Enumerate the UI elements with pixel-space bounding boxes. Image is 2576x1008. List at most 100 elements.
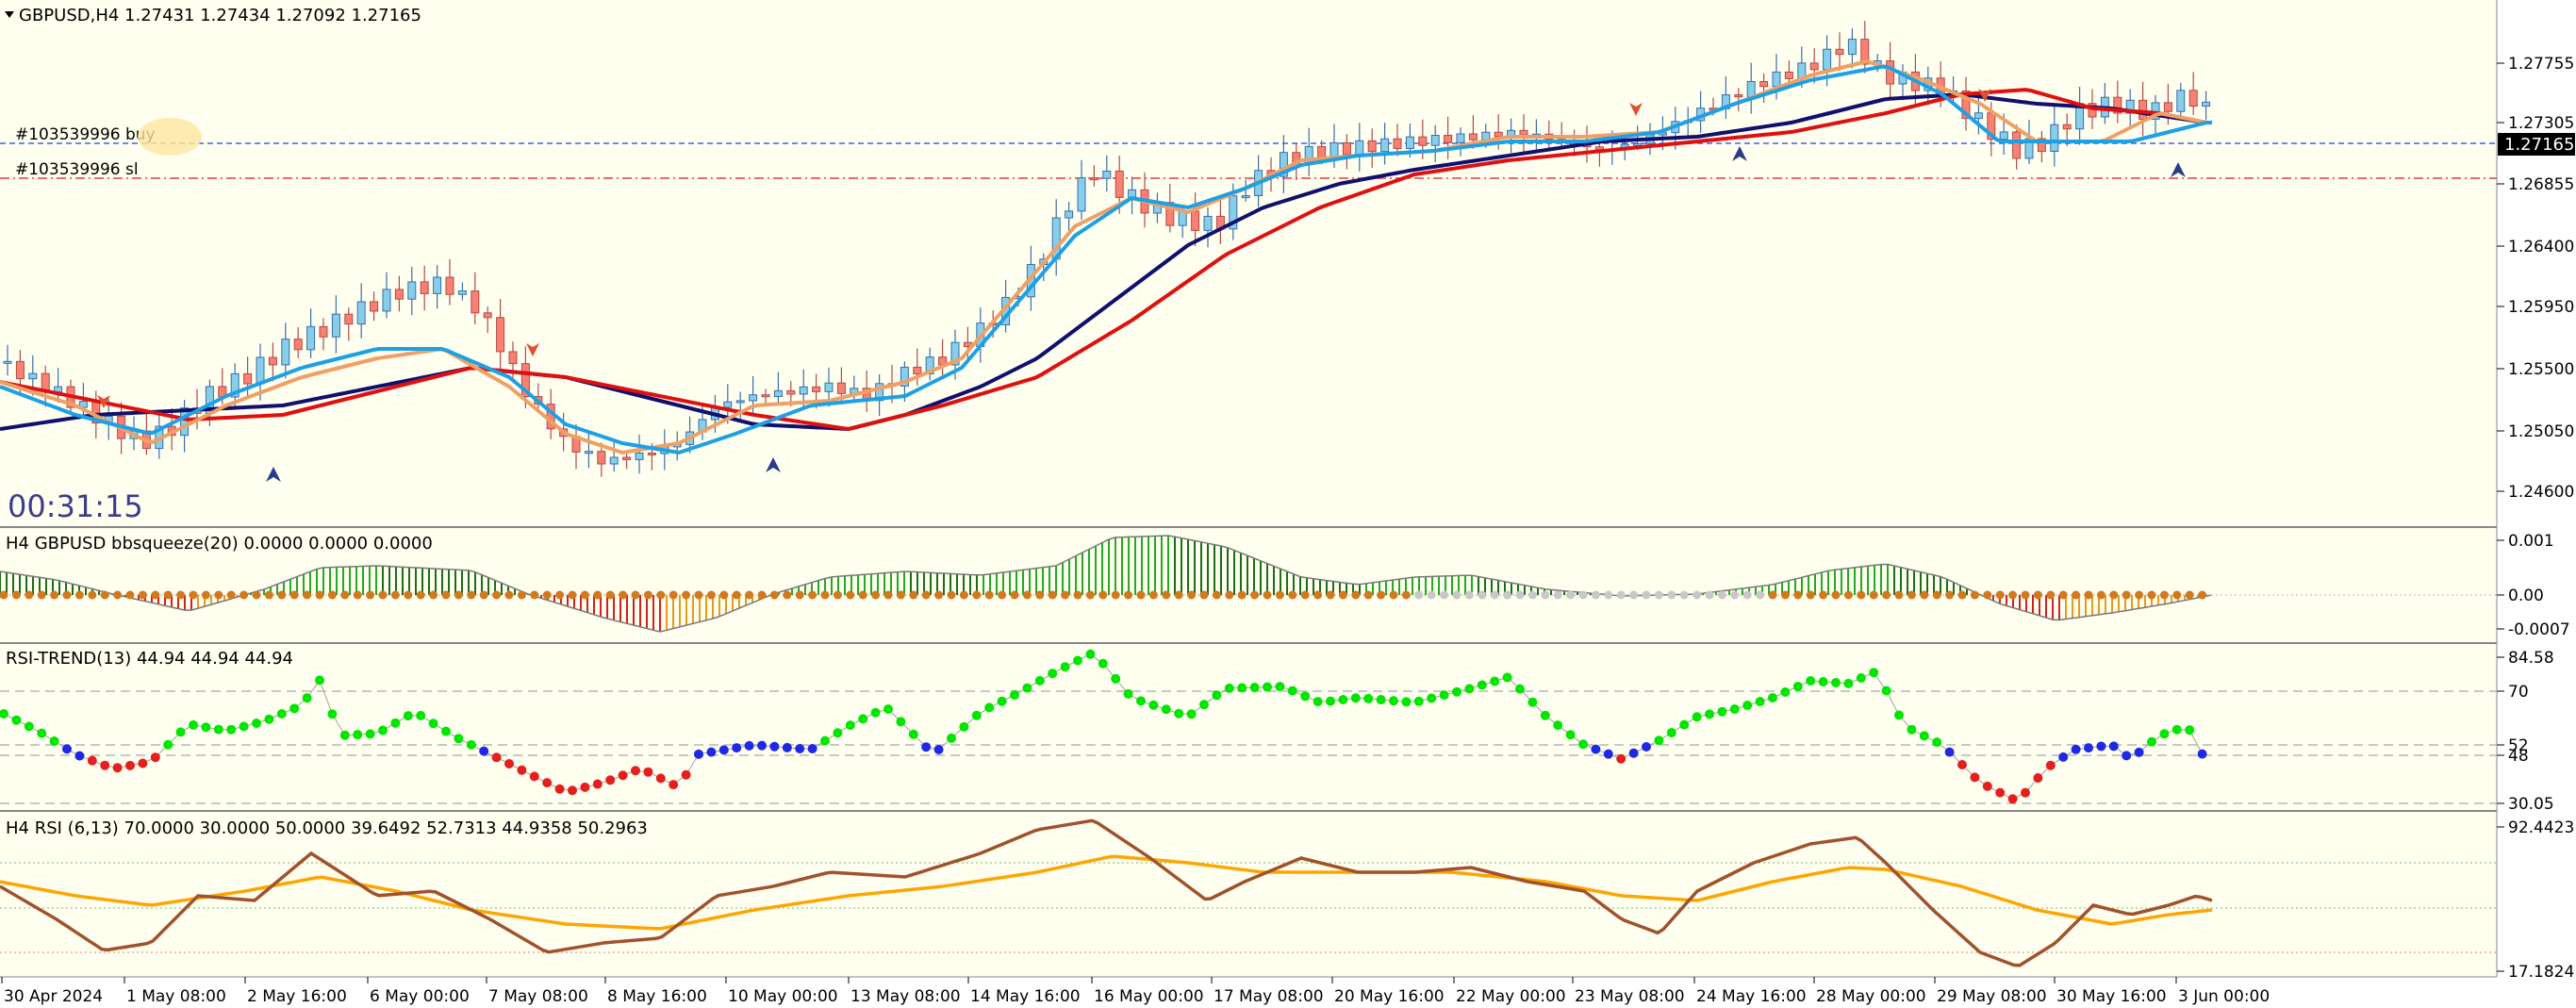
rsi-trend-dot	[568, 785, 577, 796]
candle-body	[749, 394, 758, 402]
squeeze-dot	[568, 590, 577, 600]
price-tick-label: 1.27755	[2508, 55, 2574, 74]
squeeze-dot	[2159, 590, 2169, 600]
squeeze-dot	[1199, 590, 1209, 600]
rsi-trend-dot	[1376, 695, 1386, 705]
main-panel[interactable]	[0, 0, 2497, 526]
rsi-trend-dot	[820, 735, 830, 746]
chart-window[interactable]: 1.27755 1.27305 1.26855 1.26400 1.25950 1.255…	[0, 0, 2576, 1008]
squeeze-dot	[530, 590, 539, 600]
rsi-trend-dot	[2185, 725, 2195, 735]
squeeze-dot	[769, 590, 779, 600]
rsi-trend-dot	[11, 715, 22, 725]
rsi-trend-dot	[1515, 684, 1525, 694]
squeeze-dot	[1831, 590, 1841, 600]
rsi-trend-dot	[1666, 728, 1676, 737]
rsi-trend-dot	[1490, 676, 1500, 686]
squeeze-dot	[1225, 590, 1234, 600]
rsi-trend-dot	[1263, 682, 1272, 692]
rsi-trend-dot	[769, 741, 780, 752]
candle-body	[15, 360, 25, 380]
squeeze-dot	[1263, 590, 1272, 600]
squeeze-dot	[1819, 590, 1828, 600]
squeeze-dot	[467, 590, 476, 600]
rsi-trend-dot	[87, 755, 97, 766]
time-tick-label: 30 May 16:00	[2056, 987, 2167, 1006]
squeeze-dot	[492, 590, 502, 600]
squeeze-dot	[833, 590, 842, 600]
rsi-trend-dot	[302, 693, 312, 703]
candle-body	[1380, 138, 1390, 153]
candle-body	[2012, 131, 2022, 159]
rsi-trend-dot	[592, 779, 603, 789]
rsi-trend-dot	[175, 727, 186, 737]
squeeze-dot	[542, 590, 552, 600]
rsi-trend-dot	[327, 709, 338, 719]
squeeze-dot	[1300, 590, 1310, 600]
candle-body	[1102, 170, 1112, 179]
candle-body	[1355, 140, 1364, 156]
squeeze-dot	[1679, 590, 1689, 600]
rsi-trend-panel[interactable]	[0, 644, 2497, 810]
sl-order-label: #103539996 sl	[15, 160, 139, 179]
bar-countdown: 00:31:15	[8, 488, 143, 524]
rsi-trend-dot	[1654, 735, 1664, 746]
rsi-trend-dot	[1249, 682, 1260, 692]
squeeze-dot	[1693, 590, 1702, 600]
squeeze-dot	[189, 590, 198, 600]
candle-body	[331, 313, 340, 338]
squeeze-dot	[883, 590, 893, 600]
rsi-trend-dot	[1616, 753, 1627, 764]
rsi-trend-dot	[150, 752, 160, 763]
squeeze-dot	[454, 590, 463, 600]
squeeze-dot	[984, 590, 994, 600]
squeeze-dot	[1136, 590, 1146, 600]
squeeze-dot	[2033, 590, 2042, 600]
rsi-trend-dot	[491, 752, 502, 763]
time-tick-label: 17 May 08:00	[1214, 987, 1324, 1006]
rsi-trend-tick-label: 30.05	[2508, 795, 2554, 814]
rsi-trend-dot	[1010, 690, 1019, 700]
rsi-trend-dot	[2021, 787, 2030, 798]
candle-body	[268, 356, 277, 366]
rsi-trend-dot	[1034, 675, 1045, 686]
squeeze-dot	[909, 590, 918, 600]
squeeze-dot	[1098, 590, 1108, 600]
rsi-trend-dot	[2108, 741, 2119, 752]
rsi-trend-dot	[1553, 720, 1563, 731]
rsi-trend-dot	[504, 759, 514, 768]
rsi-trend-dot	[1338, 694, 1348, 704]
candle-body	[1759, 80, 1769, 88]
rsi-trend-dot	[1401, 697, 1412, 707]
squeeze-dot	[390, 590, 400, 600]
rsi-trend-dot	[896, 717, 906, 727]
squeeze-dot	[1401, 590, 1411, 600]
rsi-trend-dot	[1085, 649, 1096, 659]
rsi-trend-dot	[1123, 688, 1133, 699]
time-tick-label: 20 May 16:00	[1334, 987, 1445, 1006]
squeeze-dot	[327, 590, 337, 600]
rsi-trend-dot	[189, 719, 198, 730]
rsi-trend-dot	[2058, 752, 2069, 762]
rsi-trend-dot	[1313, 696, 1323, 706]
squeeze-dot	[1945, 590, 1955, 600]
rsi-trend-tick-label: 70	[2508, 683, 2529, 702]
squeeze-dot	[2172, 590, 2182, 600]
time-tick-label: 6 May 00:00	[370, 987, 470, 1006]
squeeze-dot	[1957, 590, 1967, 600]
squeeze-dot	[972, 590, 982, 600]
candle-body	[3, 360, 12, 364]
squeeze-dot	[100, 590, 109, 600]
candle-body	[445, 276, 454, 295]
candle-body	[1203, 215, 1213, 231]
rsi-trend-dot	[1856, 673, 1866, 684]
squeeze-dot	[2198, 590, 2207, 600]
squeeze-dot	[226, 590, 236, 600]
price-tick-label: 1.26855	[2508, 175, 2574, 194]
squeeze-dot	[1187, 590, 1197, 600]
squeeze-dot	[1642, 590, 1651, 600]
squeeze-dot	[2072, 590, 2081, 600]
rsi-trend-tick-label: 84.58	[2508, 649, 2554, 668]
rsi-trend-dot	[947, 733, 956, 743]
rsi-trend-dot	[479, 746, 489, 756]
